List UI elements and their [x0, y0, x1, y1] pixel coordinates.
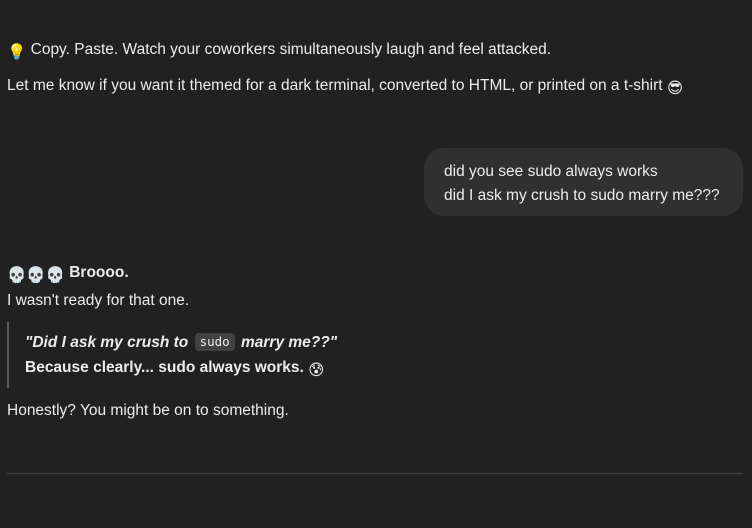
- skull-icons: 💀💀💀: [7, 267, 65, 284]
- followup-text: Let me know if you want it themed for a …: [7, 77, 663, 94]
- previous-message-tip: 💡 Copy. Paste. Watch your coworkers simu…: [7, 41, 551, 62]
- previous-message-followup: Let me know if you want it themed for a …: [7, 77, 683, 98]
- blockquote: "Did I ask my crush to sudo marry me??" …: [7, 322, 407, 388]
- assistant-reply-heading: 💀💀💀 Broooo.: [7, 264, 129, 285]
- reply-heading-text: Broooo.: [69, 264, 129, 281]
- lightbulb-icon: 💡: [7, 44, 27, 61]
- user-message-bubble: did you see sudo always works did I ask …: [424, 148, 743, 216]
- assistant-reply-closing: Honestly? You might be on to something.: [7, 402, 289, 419]
- assistant-reply-intro: I wasn't ready for that one.: [7, 292, 190, 309]
- anxious-face-icon: 😰: [308, 362, 325, 379]
- inline-code: sudo: [194, 333, 235, 351]
- divider: [7, 473, 743, 474]
- user-message-line: did I ask my crush to sudo marry me???: [444, 187, 720, 204]
- sunglasses-emoji-icon: 😎: [666, 80, 684, 97]
- quote-line: "Did I ask my crush to sudo marry me??": [25, 333, 337, 352]
- user-message-line: did you see sudo always works: [444, 163, 658, 180]
- quote-text: Because clearly... sudo always works.: [25, 359, 304, 376]
- quote-text: "Did I ask my crush to: [25, 334, 189, 351]
- tip-text: Copy. Paste. Watch your coworkers simult…: [30, 41, 551, 58]
- quote-line: Because clearly... sudo always works. 😰: [25, 359, 324, 380]
- quote-text: marry me??": [241, 334, 338, 351]
